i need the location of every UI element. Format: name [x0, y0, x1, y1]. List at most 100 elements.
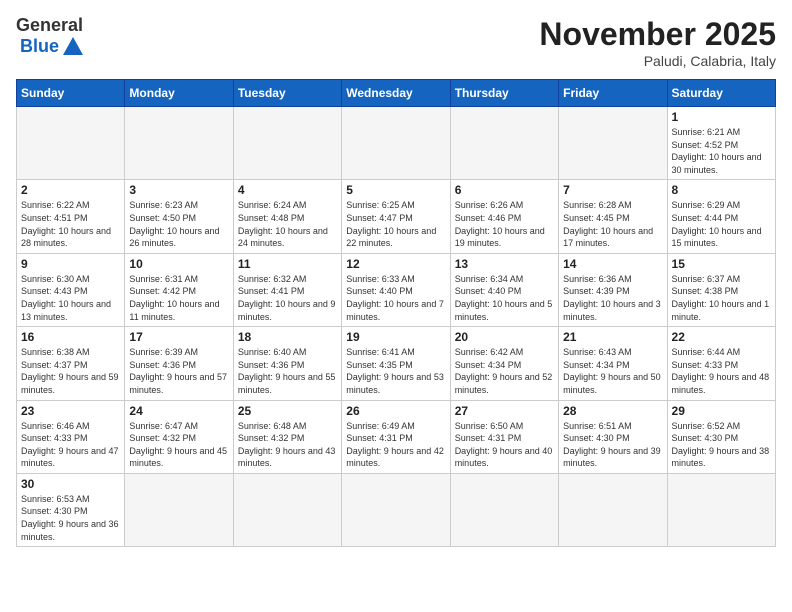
calendar-day-cell: 17Sunrise: 6:39 AM Sunset: 4:36 PM Dayli…: [125, 327, 233, 400]
day-number: 19: [346, 330, 445, 344]
calendar-day-cell: [342, 107, 450, 180]
day-number: 7: [563, 183, 662, 197]
calendar-day-cell: [125, 473, 233, 546]
day-info: Sunrise: 6:33 AM Sunset: 4:40 PM Dayligh…: [346, 273, 445, 323]
day-number: 21: [563, 330, 662, 344]
day-number: 12: [346, 257, 445, 271]
calendar-day-cell: 5Sunrise: 6:25 AM Sunset: 4:47 PM Daylig…: [342, 180, 450, 253]
days-of-week-row: SundayMondayTuesdayWednesdayThursdayFrid…: [17, 80, 776, 107]
day-number: 30: [21, 477, 120, 491]
day-number: 17: [129, 330, 228, 344]
day-number: 18: [238, 330, 337, 344]
calendar-day-cell: 10 Sunrise: 6:31 AM Sunset: 4:42 PM Dayli…: [125, 253, 233, 326]
day-number: 24: [129, 404, 228, 418]
day-info: Sunrise: 6:37 AM Sunset: 4:38 PM Dayligh…: [672, 273, 771, 323]
day-info: Sunrise: 6:47 AM Sunset: 4:32 PM Dayligh…: [129, 420, 228, 470]
day-info: Sunrise: 6:25 AM Sunset: 4:47 PM Dayligh…: [346, 199, 445, 249]
calendar-day-cell: [125, 107, 233, 180]
day-info: Sunrise: 6:52 AM Sunset: 4:30 PM Dayligh…: [672, 420, 771, 470]
calendar-week-row: 1 Sunrise: 6:21 AM Sunset: 4:52 PM Daylig…: [17, 107, 776, 180]
calendar-day-cell: 3 Sunrise: 6:23 AM Sunset: 4:50 PM Daylig…: [125, 180, 233, 253]
calendar-day-cell: 7 Sunrise: 6:28 AM Sunset: 4:45 PM Daylig…: [559, 180, 667, 253]
calendar-day-cell: 21 Sunrise: 6:43 AM Sunset: 4:34 PM Dayli…: [559, 327, 667, 400]
calendar-day-cell: 29 Sunrise: 6:52 AM Sunset: 4:30 PM Dayli…: [667, 400, 775, 473]
calendar-day-cell: 23 Sunrise: 6:46 AM Sunset: 4:33 PM Dayli…: [17, 400, 125, 473]
calendar-body: 1 Sunrise: 6:21 AM Sunset: 4:52 PM Daylig…: [17, 107, 776, 547]
day-number: 22: [672, 330, 771, 344]
day-number: 4: [238, 183, 337, 197]
day-number: 1: [672, 110, 771, 124]
day-of-week-header: Wednesday: [342, 80, 450, 107]
day-info: Sunrise: 6:32 AM Sunset: 4:41 PM Dayligh…: [238, 273, 337, 323]
calendar-day-cell: 12 Sunrise: 6:33 AM Sunset: 4:40 PM Dayli…: [342, 253, 450, 326]
calendar-week-row: 30 Sunrise: 6:53 AM Sunset: 4:30 PM Dayli…: [17, 473, 776, 546]
calendar-day-cell: 15 Sunrise: 6:37 AM Sunset: 4:38 PM Dayli…: [667, 253, 775, 326]
day-info: Sunrise: 6:23 AM Sunset: 4:50 PM Dayligh…: [129, 199, 228, 249]
calendar-day-cell: [233, 107, 341, 180]
logo: General Blue: [16, 16, 83, 57]
day-of-week-header: Saturday: [667, 80, 775, 107]
day-number: 14: [563, 257, 662, 271]
day-info: Sunrise: 6:40 AM Sunset: 4:36 PM Dayligh…: [238, 346, 337, 396]
day-info: Sunrise: 6:26 AM Sunset: 4:46 PM Dayligh…: [455, 199, 554, 249]
day-info: Sunrise: 6:24 AM Sunset: 4:48 PM Dayligh…: [238, 199, 337, 249]
day-number: 8: [672, 183, 771, 197]
day-info: Sunrise: 6:22 AM Sunset: 4:51 PM Dayligh…: [21, 199, 120, 249]
day-number: 28: [563, 404, 662, 418]
day-number: 23: [21, 404, 120, 418]
day-of-week-header: Thursday: [450, 80, 558, 107]
day-of-week-header: Monday: [125, 80, 233, 107]
day-number: 11: [238, 257, 337, 271]
day-number: 2: [21, 183, 120, 197]
day-info: Sunrise: 6:28 AM Sunset: 4:45 PM Dayligh…: [563, 199, 662, 249]
calendar-week-row: 9Sunrise: 6:30 AM Sunset: 4:43 PM Daylig…: [17, 253, 776, 326]
calendar-day-cell: 2 Sunrise: 6:22 AM Sunset: 4:51 PM Daylig…: [17, 180, 125, 253]
day-of-week-header: Sunday: [17, 80, 125, 107]
calendar-day-cell: [667, 473, 775, 546]
logo-text-black: General: [16, 15, 83, 35]
day-number: 29: [672, 404, 771, 418]
main-title: November 2025: [539, 16, 776, 53]
day-of-week-header: Tuesday: [233, 80, 341, 107]
day-info: Sunrise: 6:43 AM Sunset: 4:34 PM Dayligh…: [563, 346, 662, 396]
day-number: 3: [129, 183, 228, 197]
day-of-week-header: Friday: [559, 80, 667, 107]
calendar-day-cell: [233, 473, 341, 546]
calendar-day-cell: [17, 107, 125, 180]
day-number: 27: [455, 404, 554, 418]
day-number: 20: [455, 330, 554, 344]
day-info: Sunrise: 6:48 AM Sunset: 4:32 PM Dayligh…: [238, 420, 337, 470]
day-info: Sunrise: 6:21 AM Sunset: 4:52 PM Dayligh…: [672, 126, 771, 176]
calendar-day-cell: 11 Sunrise: 6:32 AM Sunset: 4:41 PM Dayli…: [233, 253, 341, 326]
day-info: Sunrise: 6:44 AM Sunset: 4:33 PM Dayligh…: [672, 346, 771, 396]
day-info: Sunrise: 6:46 AM Sunset: 4:33 PM Dayligh…: [21, 420, 120, 470]
day-number: 10: [129, 257, 228, 271]
header: General Blue November 2025 Paludi, Calab…: [16, 16, 776, 69]
day-info: Sunrise: 6:50 AM Sunset: 4:31 PM Dayligh…: [455, 420, 554, 470]
calendar-day-cell: 14 Sunrise: 6:36 AM Sunset: 4:39 PM Dayli…: [559, 253, 667, 326]
calendar-day-cell: 4 Sunrise: 6:24 AM Sunset: 4:48 PM Daylig…: [233, 180, 341, 253]
day-number: 15: [672, 257, 771, 271]
calendar-day-cell: 18 Sunrise: 6:40 AM Sunset: 4:36 PM Dayli…: [233, 327, 341, 400]
day-info: Sunrise: 6:31 AM Sunset: 4:42 PM Dayligh…: [129, 273, 228, 323]
day-info: Sunrise: 6:30 AM Sunset: 4:43 PM Dayligh…: [21, 273, 120, 323]
calendar-table: SundayMondayTuesdayWednesdayThursdayFrid…: [16, 79, 776, 547]
day-info: Sunrise: 6:29 AM Sunset: 4:44 PM Dayligh…: [672, 199, 771, 249]
calendar-day-cell: 1 Sunrise: 6:21 AM Sunset: 4:52 PM Daylig…: [667, 107, 775, 180]
calendar-week-row: 16Sunrise: 6:38 AM Sunset: 4:37 PM Dayli…: [17, 327, 776, 400]
calendar-day-cell: [342, 473, 450, 546]
day-number: 26: [346, 404, 445, 418]
calendar-day-cell: [559, 107, 667, 180]
calendar-day-cell: 26 Sunrise: 6:49 AM Sunset: 4:31 PM Dayli…: [342, 400, 450, 473]
day-info: Sunrise: 6:53 AM Sunset: 4:30 PM Dayligh…: [21, 493, 120, 543]
day-info: Sunrise: 6:36 AM Sunset: 4:39 PM Dayligh…: [563, 273, 662, 323]
calendar-day-cell: 20Sunrise: 6:42 AM Sunset: 4:34 PM Dayli…: [450, 327, 558, 400]
calendar-day-cell: 13Sunrise: 6:34 AM Sunset: 4:40 PM Dayli…: [450, 253, 558, 326]
day-info: Sunrise: 6:49 AM Sunset: 4:31 PM Dayligh…: [346, 420, 445, 470]
day-info: Sunrise: 6:38 AM Sunset: 4:37 PM Dayligh…: [21, 346, 120, 396]
calendar-day-cell: 30 Sunrise: 6:53 AM Sunset: 4:30 PM Dayli…: [17, 473, 125, 546]
day-number: 6: [455, 183, 554, 197]
title-area: November 2025 Paludi, Calabria, Italy: [539, 16, 776, 69]
day-number: 25: [238, 404, 337, 418]
calendar-day-cell: 22 Sunrise: 6:44 AM Sunset: 4:33 PM Dayli…: [667, 327, 775, 400]
